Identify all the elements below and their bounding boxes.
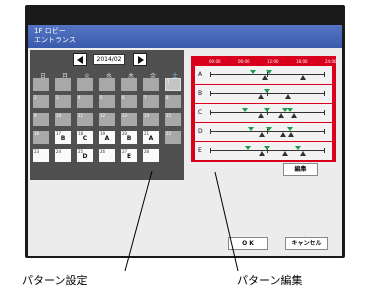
leader-line-right [214,171,239,272]
leader-line-left [124,170,153,272]
callout-pattern-setting: パターン設定 [22,274,88,287]
callout-leaders [124,170,239,272]
callout-pattern-edit: パターン編集 [237,274,303,287]
